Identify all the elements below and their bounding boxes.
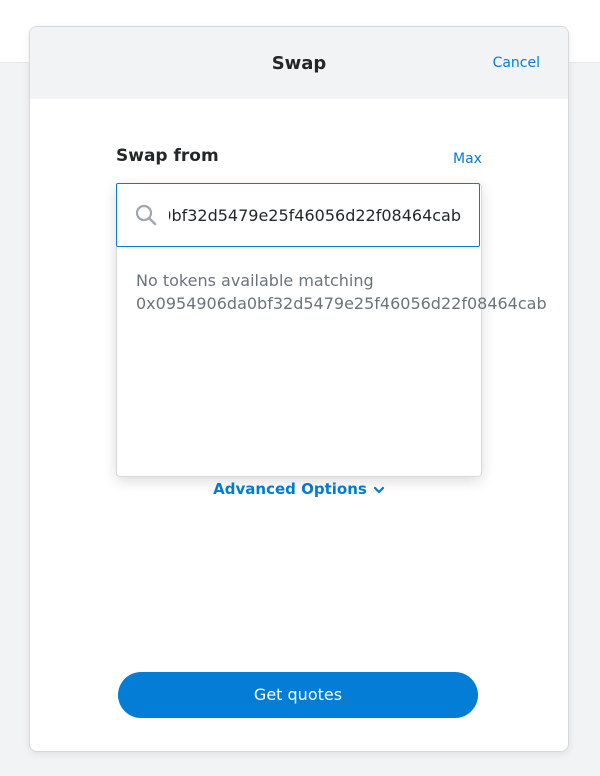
- dialog-title: Swap: [271, 53, 327, 74]
- max-button[interactable]: Max: [453, 151, 482, 167]
- swap-from-label: Swap from: [116, 146, 219, 166]
- no-tokens-query: 0x0954906da0bf32d5479e25f46056d22f08464c…: [136, 294, 547, 313]
- token-search-input[interactable]: [169, 202, 461, 228]
- cancel-button[interactable]: Cancel: [493, 55, 540, 71]
- no-tokens-message: No tokens available matching 0x0954906da…: [136, 269, 556, 315]
- token-search-field[interactable]: [116, 183, 480, 247]
- advanced-options-toggle[interactable]: Advanced Options: [30, 480, 568, 499]
- get-quotes-button[interactable]: Get quotes: [118, 672, 478, 718]
- search-icon: [135, 204, 157, 226]
- token-search-dropdown: No tokens available matching 0x0954906da…: [116, 183, 547, 477]
- no-tokens-text: No tokens available matching: [136, 271, 374, 290]
- dialog-header: Swap Cancel: [30, 27, 568, 99]
- advanced-options-label: Advanced Options: [213, 480, 367, 498]
- chevron-down-icon: [373, 481, 385, 499]
